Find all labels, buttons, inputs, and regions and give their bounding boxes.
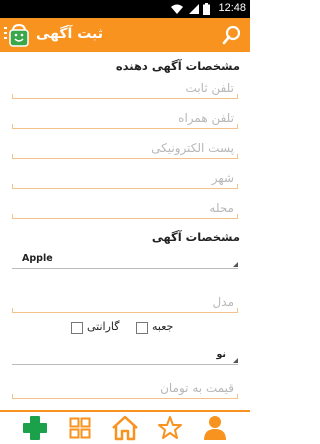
profile-icon: [204, 416, 226, 440]
condition-select[interactable]: نو: [12, 342, 238, 365]
options-row: جعبه گارانتی: [0, 320, 250, 336]
grid-icon: [69, 417, 91, 439]
status-bar: 12:48: [0, 0, 250, 18]
brand-select-value: Apple: [22, 253, 53, 264]
model-placeholder: مدل: [212, 295, 234, 309]
page-title: ثبت آگهی: [36, 26, 104, 42]
status-time: 12:48: [218, 2, 246, 14]
city-field[interactable]: شهر: [12, 166, 238, 189]
price-field[interactable]: قیمت به تومان: [12, 376, 238, 399]
city-placeholder: شهر: [211, 171, 234, 185]
box-checkbox[interactable]: [136, 322, 148, 334]
form-content[interactable]: مشخصات آگهی دهنده تلفن ثابت تلفن همراه پ…: [0, 52, 250, 410]
app-bar: ثبت آگهی: [0, 18, 250, 52]
neighborhood-placeholder: محله: [209, 201, 234, 215]
add-icon: [23, 416, 47, 440]
search-icon[interactable]: [222, 25, 242, 45]
mobile-placeholder: تلفن همراه: [178, 111, 234, 125]
nav-profile[interactable]: [190, 412, 240, 444]
ad-section-title: مشخصات آگهی: [151, 230, 240, 244]
warranty-checkbox[interactable]: [71, 322, 83, 334]
email-field[interactable]: پست الکترونیکی: [12, 136, 238, 159]
phone-placeholder: تلفن ثابت: [185, 81, 234, 95]
home-icon: [112, 415, 138, 441]
battery-icon: [203, 3, 210, 15]
shopping-bag-icon[interactable]: [4, 23, 30, 47]
nav-add[interactable]: [10, 412, 60, 444]
price-placeholder: قیمت به تومان: [160, 381, 234, 395]
nav-home[interactable]: [100, 412, 150, 444]
neighborhood-field[interactable]: محله: [12, 196, 238, 219]
nav-categories[interactable]: [55, 412, 105, 444]
box-checkbox-label: جعبه: [152, 320, 174, 333]
mobile-field[interactable]: تلفن همراه: [12, 106, 238, 129]
warranty-checkbox-label: گارانتی: [87, 320, 120, 333]
email-placeholder: پست الکترونیکی: [151, 141, 234, 155]
phone-field[interactable]: تلفن ثابت: [12, 76, 238, 99]
advertiser-section-title: مشخصات آگهی دهنده: [115, 59, 240, 73]
bottom-nav: [0, 410, 250, 444]
dropdown-arrow-icon: [233, 358, 238, 363]
star-icon: [158, 416, 182, 439]
nav-favorites[interactable]: [145, 412, 195, 444]
model-field[interactable]: مدل: [12, 290, 238, 313]
signal-icon: [189, 4, 199, 14]
condition-select-value: نو: [216, 349, 226, 360]
dropdown-arrow-icon: [233, 262, 238, 267]
brand-select[interactable]: Apple: [12, 246, 238, 269]
wifi-icon: [171, 4, 183, 14]
